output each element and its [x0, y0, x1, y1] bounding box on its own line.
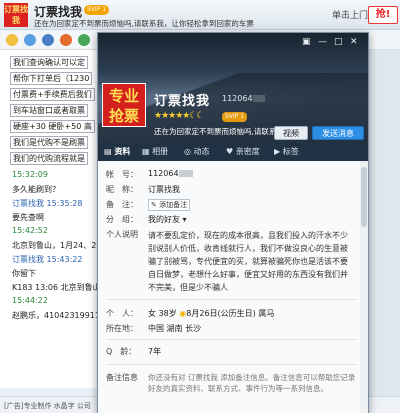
chat-line: 要先查啊 — [12, 213, 44, 222]
tab-feed[interactable]: ◎ 动态 — [184, 146, 210, 157]
signature-text: 请不要乱定价，现在的成本很高，且我们投入的汗水不少别说别人价低，收肯线就行人，我… — [148, 231, 348, 292]
signature-label: 个人说明 — [106, 230, 138, 239]
minimize-icon[interactable]: — — [318, 37, 327, 47]
tab-intimacy[interactable]: ♥ 亲密度 — [226, 146, 260, 157]
divider — [106, 364, 358, 365]
chat-line: 多久能刷到？ — [12, 185, 60, 194]
personal-label: 个 人： — [106, 309, 138, 318]
qage-label: Q 龄： — [106, 347, 137, 356]
share-screen-icon[interactable] — [42, 34, 54, 46]
chat-line: 付票费+手续费后我们 — [10, 88, 95, 101]
profile-tabs: ▤ 资料 ▦ 相册 ◎ 动态 ♥ 亲密度 ▶ 标签 — [98, 143, 368, 161]
divider — [106, 339, 358, 340]
chat-line: 帮你下打单后（1230 — [10, 72, 93, 85]
video-button[interactable]: 视频 — [274, 126, 308, 140]
chat-title-bar: 订票找我 订票找我 SVIP 1 还在为回家定不到票而烦恼吗,请联系我，让你轻松… — [0, 0, 400, 30]
location-label: 所在地： — [106, 324, 138, 333]
nickname-value: 订票找我 — [148, 185, 180, 194]
scrollbar-thumb[interactable] — [361, 167, 367, 227]
add-remark-button[interactable]: ✎ 添加备注 — [148, 199, 191, 211]
nickname-label: 昵 称： — [106, 185, 138, 194]
tab-album[interactable]: ▦ 相册 — [142, 146, 168, 157]
chat-header-message: 还在为回家定不到票而烦恼吗,请联系我，让你轻松拿到回家的车票 — [34, 19, 254, 28]
grab-button[interactable]: 抢! — [368, 6, 398, 24]
svip-badge: SVIP 1 — [222, 112, 248, 122]
group-label: 分 组： — [106, 215, 138, 224]
chat-line: 北京到鲁山，1月24、25 — [12, 241, 102, 250]
skin-icon[interactable]: ▣ — [302, 37, 311, 47]
profile-avatar-logo[interactable]: 专业抢票 — [102, 83, 146, 127]
chat-line: 我们查询确认可以定 — [10, 56, 88, 69]
divider — [106, 299, 358, 300]
chat-timestamp: 15:44:22 — [12, 296, 48, 305]
profile-scrollbar[interactable] — [360, 161, 368, 413]
tab-profile[interactable]: ▤ 资料 — [104, 146, 130, 157]
account-label: 帐 号： — [106, 170, 138, 179]
profile-window: ▣ — □ ✕ 专业抢票 订票找我 112064 ★★★★★☾☾ SVIP 1 … — [97, 32, 369, 413]
chat-line: K183 13:06 北京到鲁山 — [12, 283, 101, 292]
microphone-icon[interactable] — [6, 34, 18, 46]
app-icon[interactable] — [60, 34, 72, 46]
footer-ad-text[interactable]: [广告]专业制作 水晶字 公司 — [4, 401, 91, 411]
chat-avatar-logo[interactable]: 订票找我 — [4, 3, 28, 27]
chat-side-panel — [368, 50, 400, 396]
send-message-button[interactable]: 发送消息 — [312, 126, 364, 140]
chat-line: 硬座+30 硬卧+50 高 — [10, 120, 95, 133]
level-stars: ★★★★★☾☾ — [154, 111, 204, 121]
chat-timestamp: 订票找我 15:35:28 — [12, 199, 83, 208]
profile-qq-number: 112064 — [222, 94, 265, 103]
more-icon[interactable] — [78, 34, 90, 46]
chevron-down-icon: ▾ — [182, 215, 187, 224]
vip-badge: SVIP 1 — [84, 5, 110, 15]
chat-timestamp: 15:42:52 — [12, 226, 48, 235]
ad-text: 单击上门 — [332, 11, 369, 21]
profile-mood: 还在为回家定不到票而烦恼吗,请联系我... — [154, 127, 292, 136]
account-value: 112064 — [148, 169, 193, 178]
remark-info-label: 备注信息 — [106, 373, 138, 382]
personal-value: 女 38岁 ◉8月26日(公历生日) 属马 — [148, 309, 275, 318]
qage-value: 7年 — [148, 347, 162, 356]
chat-timestamp: 订票找我 15:43:22 — [12, 255, 83, 264]
chat-line: 我们的代购流程就是 — [10, 152, 88, 165]
screen: 订票找我 订票找我 SVIP 1 还在为回家定不到票而烦恼吗,请联系我，让你轻松… — [0, 0, 400, 413]
maximize-icon[interactable]: □ — [334, 37, 343, 47]
location-value: 中国 湖南 长沙 — [148, 324, 202, 333]
chat-line: 你留下 — [12, 269, 36, 278]
chat-line: 到车站窗口或者取票 — [10, 104, 88, 117]
close-icon[interactable]: ✕ — [350, 37, 358, 47]
chat-timestamp: 15:32:09 — [12, 170, 48, 179]
video-call-icon[interactable] — [24, 34, 36, 46]
profile-banner: ▣ — □ ✕ 专业抢票 订票找我 112064 ★★★★★☾☾ SVIP 1 … — [98, 33, 368, 143]
remark-info-text: 你还没有对 订票找我 添加备注信息。备注信息可以帮助您记录好友的真实资料、联系方… — [148, 373, 356, 393]
chat-history: 我们查询确认可以定 帮你下打单后（1230 付票费+手续费后我们 到车站窗口或者… — [0, 50, 115, 388]
remark-label: 备 注： — [106, 200, 138, 209]
chat-line: 我们是代购不是刷票 — [10, 136, 88, 149]
profile-details: 帐 号： 112064 昵 称： 订票找我 备 注： ✎ 添加备注 分 组： 我… — [98, 161, 368, 413]
group-select[interactable]: 我的好友 ▾ — [148, 214, 187, 225]
tab-tags[interactable]: ▶ 标签 — [274, 146, 299, 157]
profile-nickname: 订票找我 — [154, 94, 211, 109]
